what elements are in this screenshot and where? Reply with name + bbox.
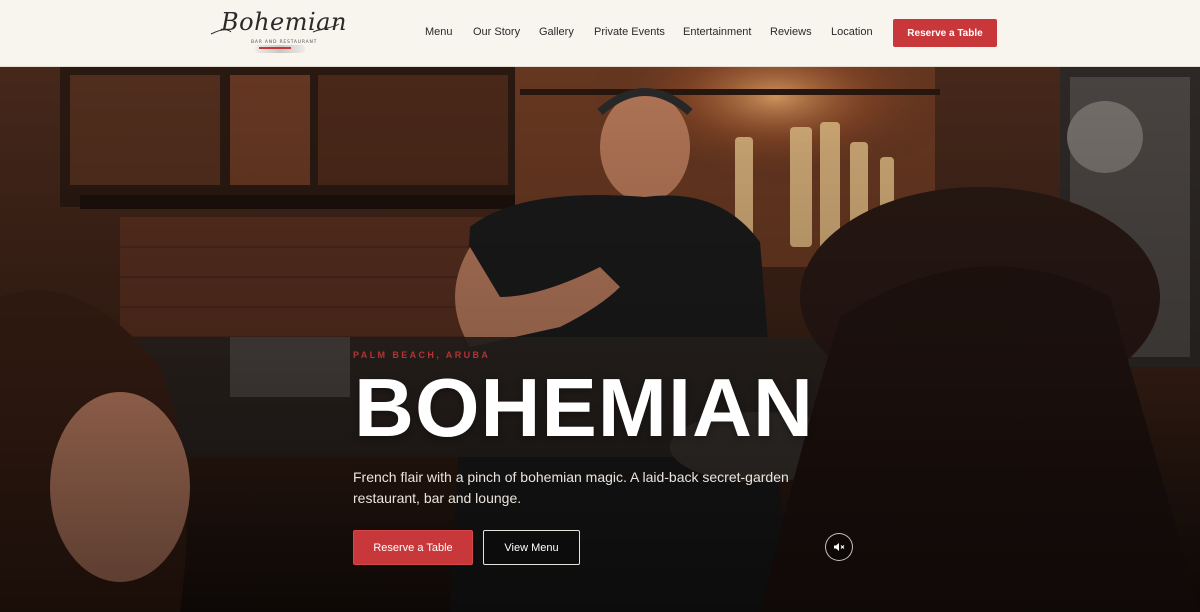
site-header: Bohemian Bar and Restaurant Menu Our Sto…	[0, 0, 1200, 67]
hero-section: Palm Beach, Aruba BOHEMIAN French flair …	[0, 67, 1200, 612]
nav-item-location[interactable]: Location	[831, 25, 873, 40]
reserve-table-hero-button[interactable]: Reserve a Table	[353, 530, 473, 565]
nav-item-menu[interactable]: Menu	[425, 25, 453, 40]
hero-description: French flair with a pinch of bohemian ma…	[353, 469, 789, 506]
hero-location-eyebrow: Palm Beach, Aruba	[353, 350, 491, 360]
speaker-muted-icon	[834, 543, 845, 551]
nav-item-gallery[interactable]: Gallery	[539, 25, 574, 40]
nav-item-entertainment[interactable]: Entertainment	[683, 25, 751, 40]
nav-item-private-events[interactable]: Private Events	[594, 25, 665, 40]
main-nav: Menu Our Story Gallery Private Events En…	[0, 0, 1200, 67]
hero-background-video	[0, 67, 1200, 612]
reserve-table-nav-button[interactable]: Reserve a Table	[893, 19, 997, 47]
view-menu-button[interactable]: View Menu	[483, 530, 580, 565]
mute-toggle-button[interactable]	[825, 533, 853, 561]
hero-title: BOHEMIAN	[354, 361, 814, 454]
nav-item-our-story[interactable]: Our Story	[473, 25, 520, 40]
nav-item-reviews[interactable]: Reviews	[770, 25, 812, 40]
